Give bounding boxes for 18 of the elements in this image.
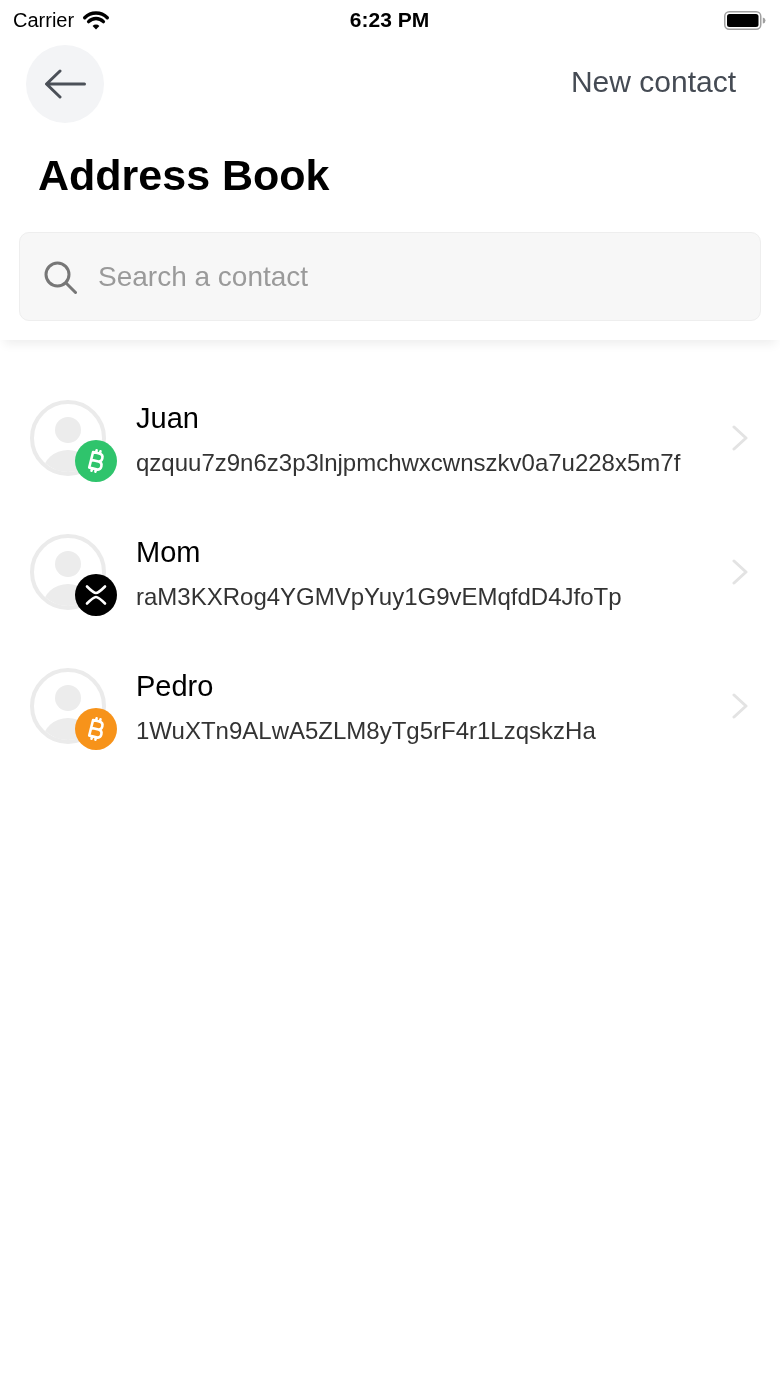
contact-name: Mom	[136, 534, 202, 570]
page-title: Address Book	[38, 150, 331, 201]
time-label: 6:23 PM	[349, 8, 430, 32]
chevron-right-icon[interactable]	[732, 559, 748, 585]
carrier-label: Carrier	[13, 8, 75, 32]
contact-address: 1WuXTn9ALwA5ZLM8yTg5rF4r1LzqskzHa	[136, 716, 597, 745]
contact-address: raM3KXRog4YGMVpYuy1G9vEMqfdD4JfoTp	[136, 582, 623, 611]
contact-address: qzquu7z9n6z3p3lnjpmchwxcwnszkv0a7u228x5m7f	[136, 448, 682, 477]
battery-icon	[724, 10, 766, 30]
contact-name: Pedro	[136, 668, 215, 704]
back-arrow-icon	[44, 69, 86, 99]
new-contact-link[interactable]: New contact	[570, 63, 736, 100]
search-icon	[44, 261, 77, 294]
search-field[interactable]: Search a contact	[19, 232, 761, 321]
wifi-icon	[82, 10, 111, 30]
chevron-right-icon[interactable]	[732, 425, 748, 451]
chevron-right-icon[interactable]	[732, 693, 748, 719]
contact-name: Juan	[136, 400, 200, 436]
